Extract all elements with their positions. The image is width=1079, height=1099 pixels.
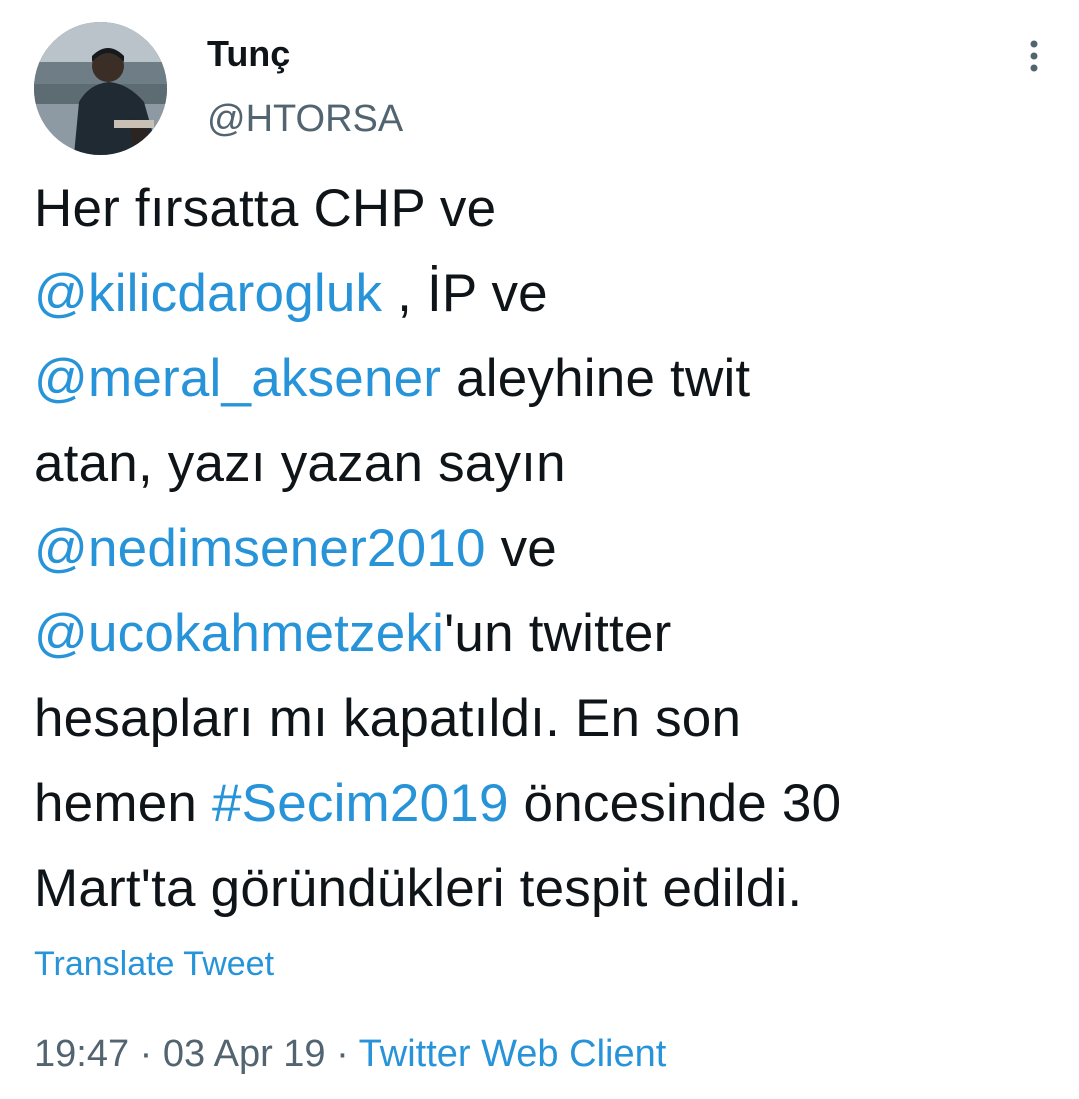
tweet-line: hesapları mı kapatıldı. En son xyxy=(34,676,1054,761)
tweet-text-segment: ve xyxy=(485,519,557,578)
translate-tweet-link[interactable]: Translate Tweet xyxy=(34,942,274,986)
tweet-text-segment: hemen xyxy=(34,774,212,833)
tweet-line: @ucokahmetzeki'un twitter xyxy=(34,591,1054,676)
tweet-meta: 19:47 · 03 Apr 19 · Twitter Web Client xyxy=(34,1030,666,1078)
avatar-image xyxy=(34,22,167,155)
tweet-text-segment: öncesinde 30 xyxy=(508,774,842,833)
tweet-line: @kilicdarogluk , İP ve xyxy=(34,251,1054,336)
tweet-line: Mart'ta göründükleri tespit edildi. xyxy=(34,846,1054,931)
tweet-client-link[interactable]: Twitter Web Client xyxy=(359,1033,667,1075)
author-handle[interactable]: @HTORSA xyxy=(207,96,403,142)
avatar[interactable] xyxy=(34,22,167,155)
tweet-text-segment: 'un twitter xyxy=(444,604,672,663)
tweet-line: @nedimsener2010 ve xyxy=(34,506,1054,591)
meta-separator: · xyxy=(129,1033,163,1075)
author-name[interactable]: Tunç xyxy=(207,32,290,76)
mention-link[interactable]: @ucokahmetzeki xyxy=(34,604,444,663)
tweet-time[interactable]: 19:47 xyxy=(34,1033,129,1075)
tweet-line: hemen #Secim2019 öncesinde 30 xyxy=(34,761,1054,846)
tweet-line: atan, yazı yazan sayın xyxy=(34,421,1054,506)
mention-link[interactable]: @kilicdarogluk xyxy=(34,264,382,323)
tweet-text: Her fırsatta CHP ve @kilicdarogluk , İP … xyxy=(34,166,1054,931)
tweet-text-segment: , İP ve xyxy=(382,264,548,323)
tweet-text-segment: atan, yazı yazan sayın xyxy=(34,434,566,493)
tweet-line: Her fırsatta CHP ve xyxy=(34,166,1054,251)
more-vertical-icon[interactable] xyxy=(1022,38,1046,78)
mention-link[interactable]: @nedimsener2010 xyxy=(34,519,486,578)
hashtag-link[interactable]: #Secim2019 xyxy=(212,774,509,833)
tweet-date[interactable]: 03 Apr 19 xyxy=(163,1033,326,1075)
meta-separator: · xyxy=(325,1033,359,1075)
tweet-text-segment: hesapları mı kapatıldı. En son xyxy=(34,689,742,748)
tweet-line: @meral_aksener aleyhine twit xyxy=(34,336,1054,421)
tweet-text-segment: Her fırsatta CHP ve xyxy=(34,179,497,238)
tweet-header: Tunç @HTORSA xyxy=(34,22,1054,158)
mention-link[interactable]: @meral_aksener xyxy=(34,349,441,408)
tweet-text-segment: aleyhine twit xyxy=(441,349,751,408)
tweet-text-segment: Mart'ta göründükleri tespit edildi. xyxy=(34,859,803,918)
